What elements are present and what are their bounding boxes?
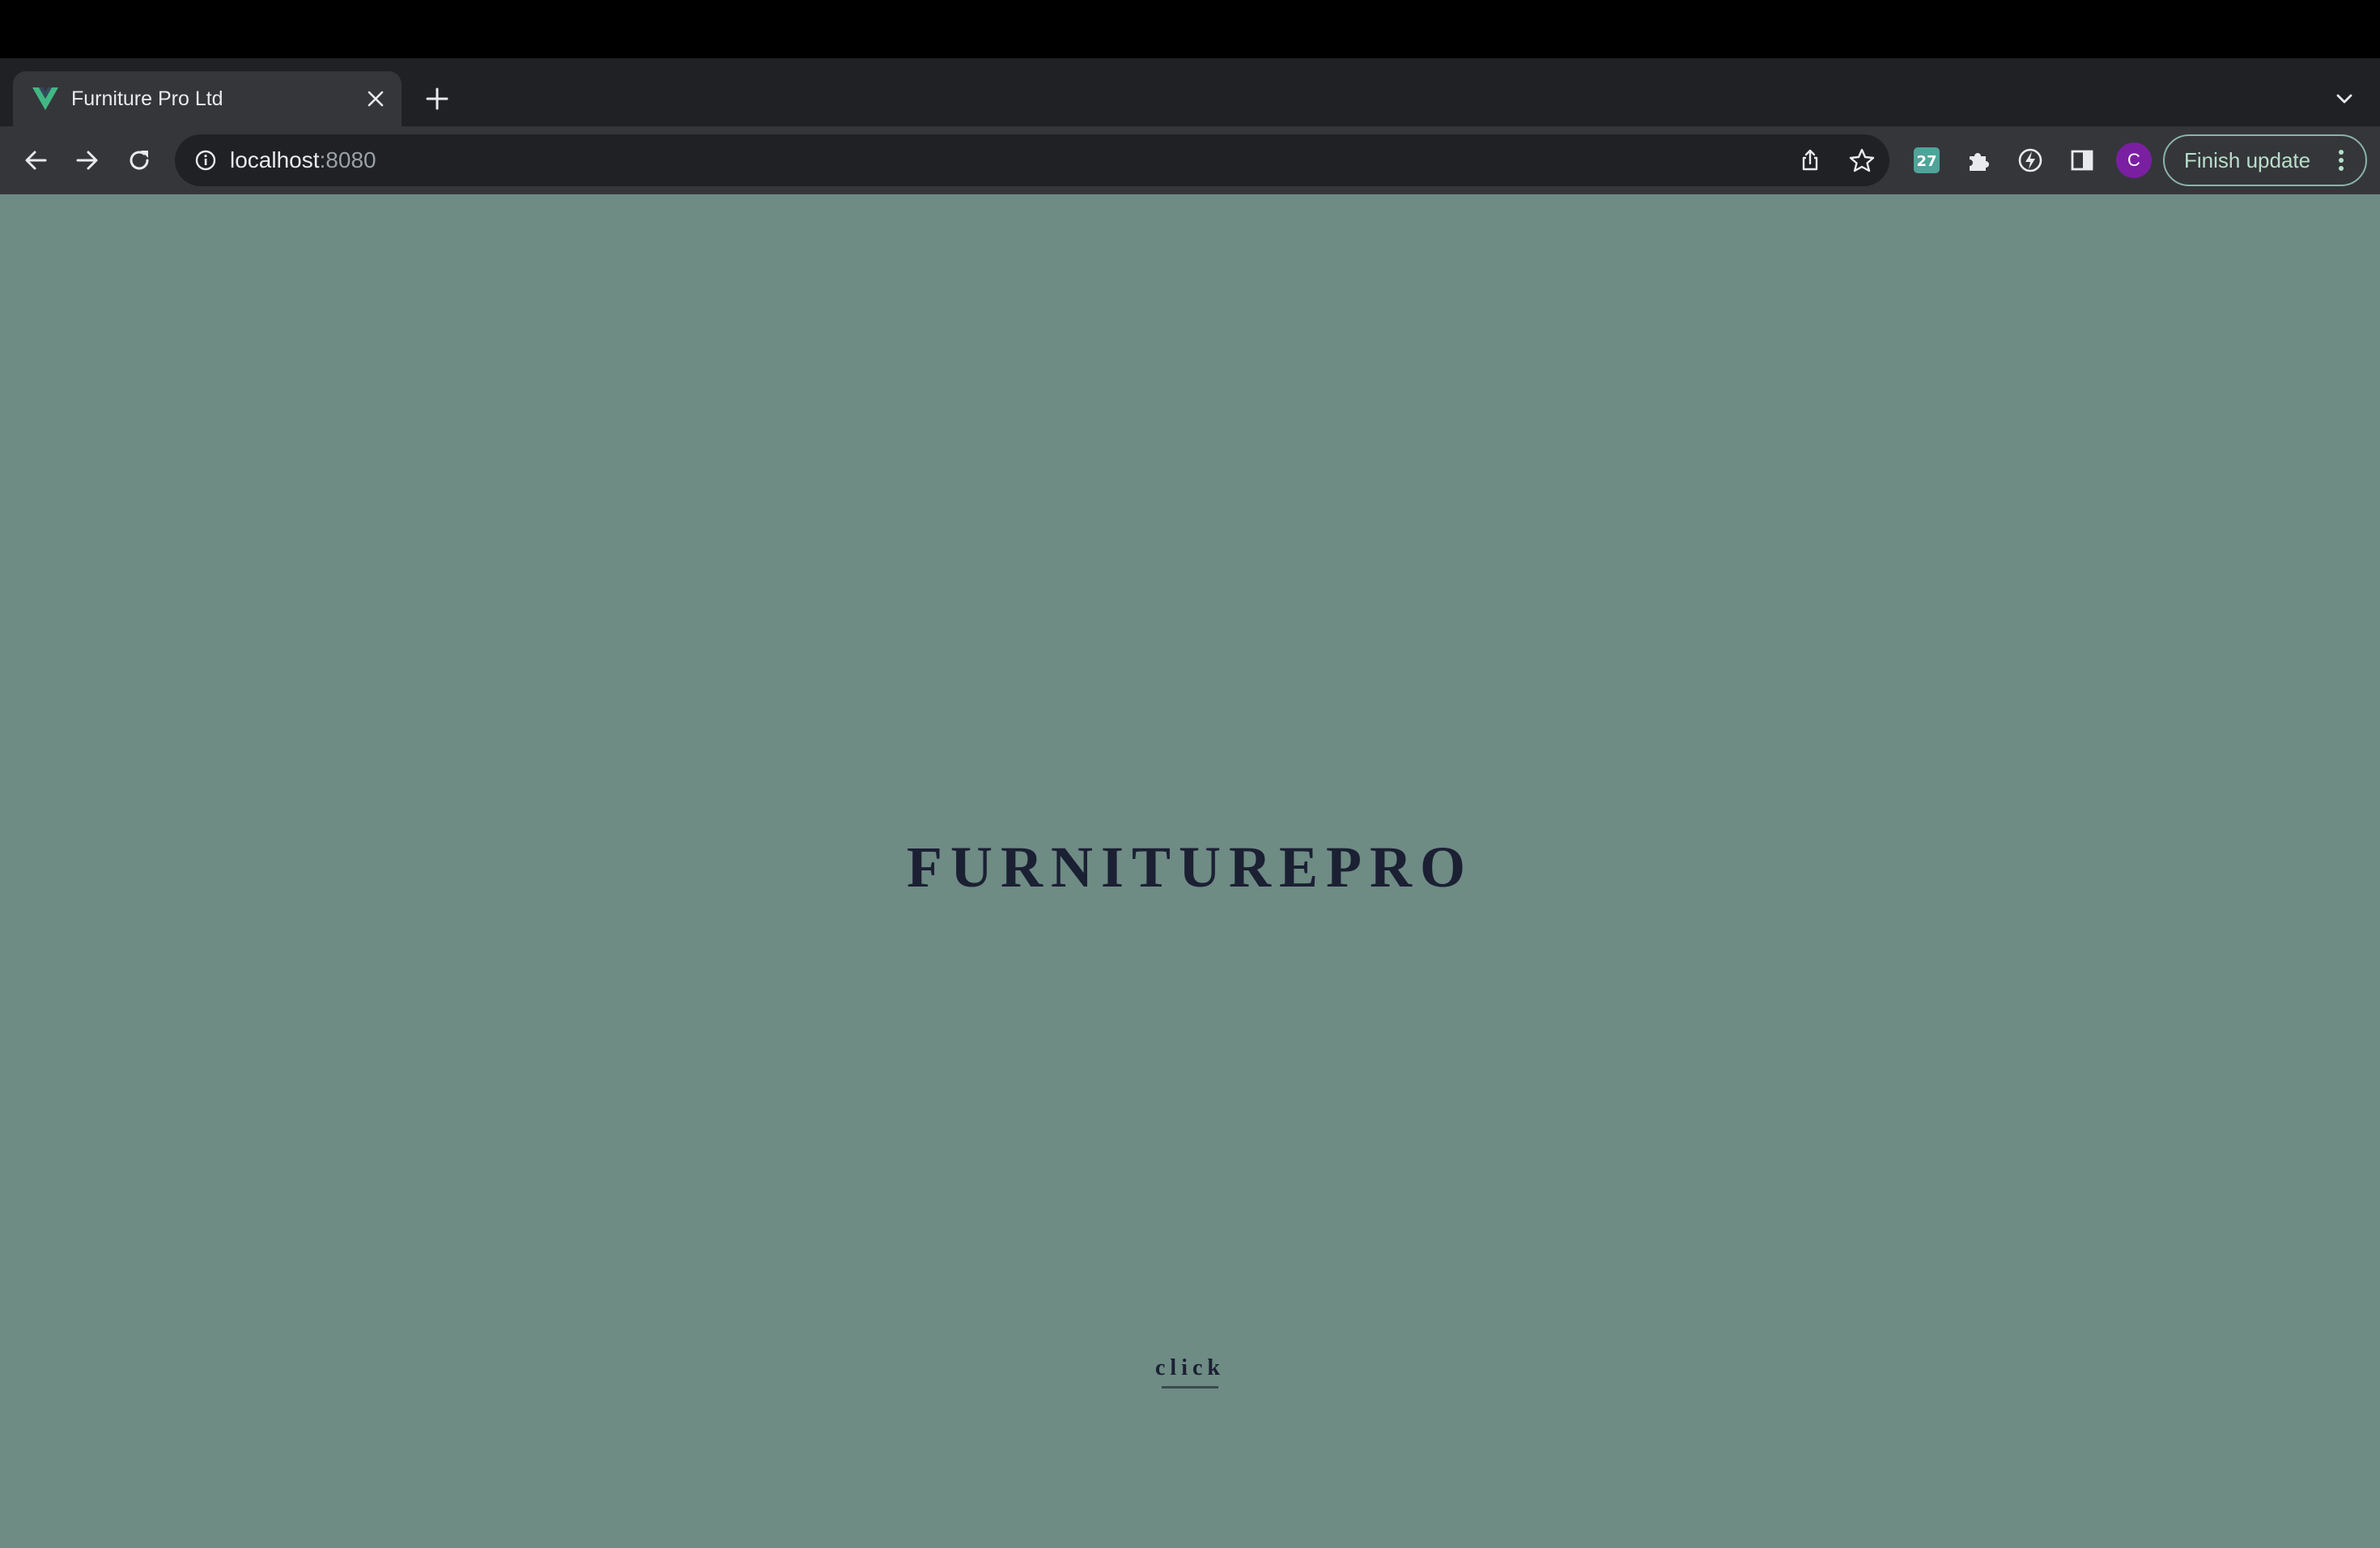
puzzle-extensions-icon[interactable] [1961, 142, 1996, 178]
tab-title: Furniture Pro Ltd [71, 87, 223, 110]
url-text[interactable]: localhost:8080 [230, 134, 376, 186]
close-tab-icon[interactable] [361, 84, 390, 113]
brand-title: FURNITUREPRO [906, 835, 1473, 899]
tab-search-chevron-icon[interactable] [2328, 83, 2361, 115]
url-port: :8080 [319, 147, 376, 172]
click-link[interactable]: click [1117, 1354, 1263, 1383]
calendar-extension-badge: 27 [1916, 153, 1936, 170]
finish-update-button[interactable]: Finish update [2163, 134, 2367, 186]
profile-avatar[interactable]: C [2116, 142, 2152, 178]
forward-arrow-icon[interactable] [70, 142, 105, 178]
new-tab-plus-icon[interactable] [421, 83, 453, 115]
browser-chrome: Furniture Pro Ltd localhost:8080 27 C Fi… [0, 58, 2380, 194]
performance-bolt-icon[interactable] [2012, 142, 2048, 178]
tab-furniture-pro[interactable]: Furniture Pro Ltd [13, 71, 402, 126]
tab-strip: Furniture Pro Ltd [0, 58, 2380, 126]
share-icon[interactable] [1794, 144, 1826, 176]
url-host: localhost [230, 147, 320, 172]
click-link-underline [1162, 1386, 1218, 1389]
bookmark-star-icon[interactable] [1846, 144, 1878, 176]
address-bar[interactable]: localhost:8080 [175, 134, 1889, 186]
kebab-menu-icon[interactable] [2327, 146, 2356, 175]
system-menu-bar [0, 0, 2380, 58]
back-arrow-icon[interactable] [18, 142, 53, 178]
page-viewport: FURNITUREPRO click [0, 194, 2380, 1548]
reload-icon[interactable] [121, 142, 157, 178]
site-info-icon[interactable] [191, 146, 220, 175]
side-panel-icon[interactable] [2064, 142, 2100, 178]
vue-logo-icon [29, 83, 62, 115]
browser-toolbar: localhost:8080 27 C Finish update [0, 126, 2380, 194]
finish-update-label: Finish update [2184, 148, 2311, 172]
calendar-extension-icon[interactable]: 27 [1909, 142, 1944, 178]
